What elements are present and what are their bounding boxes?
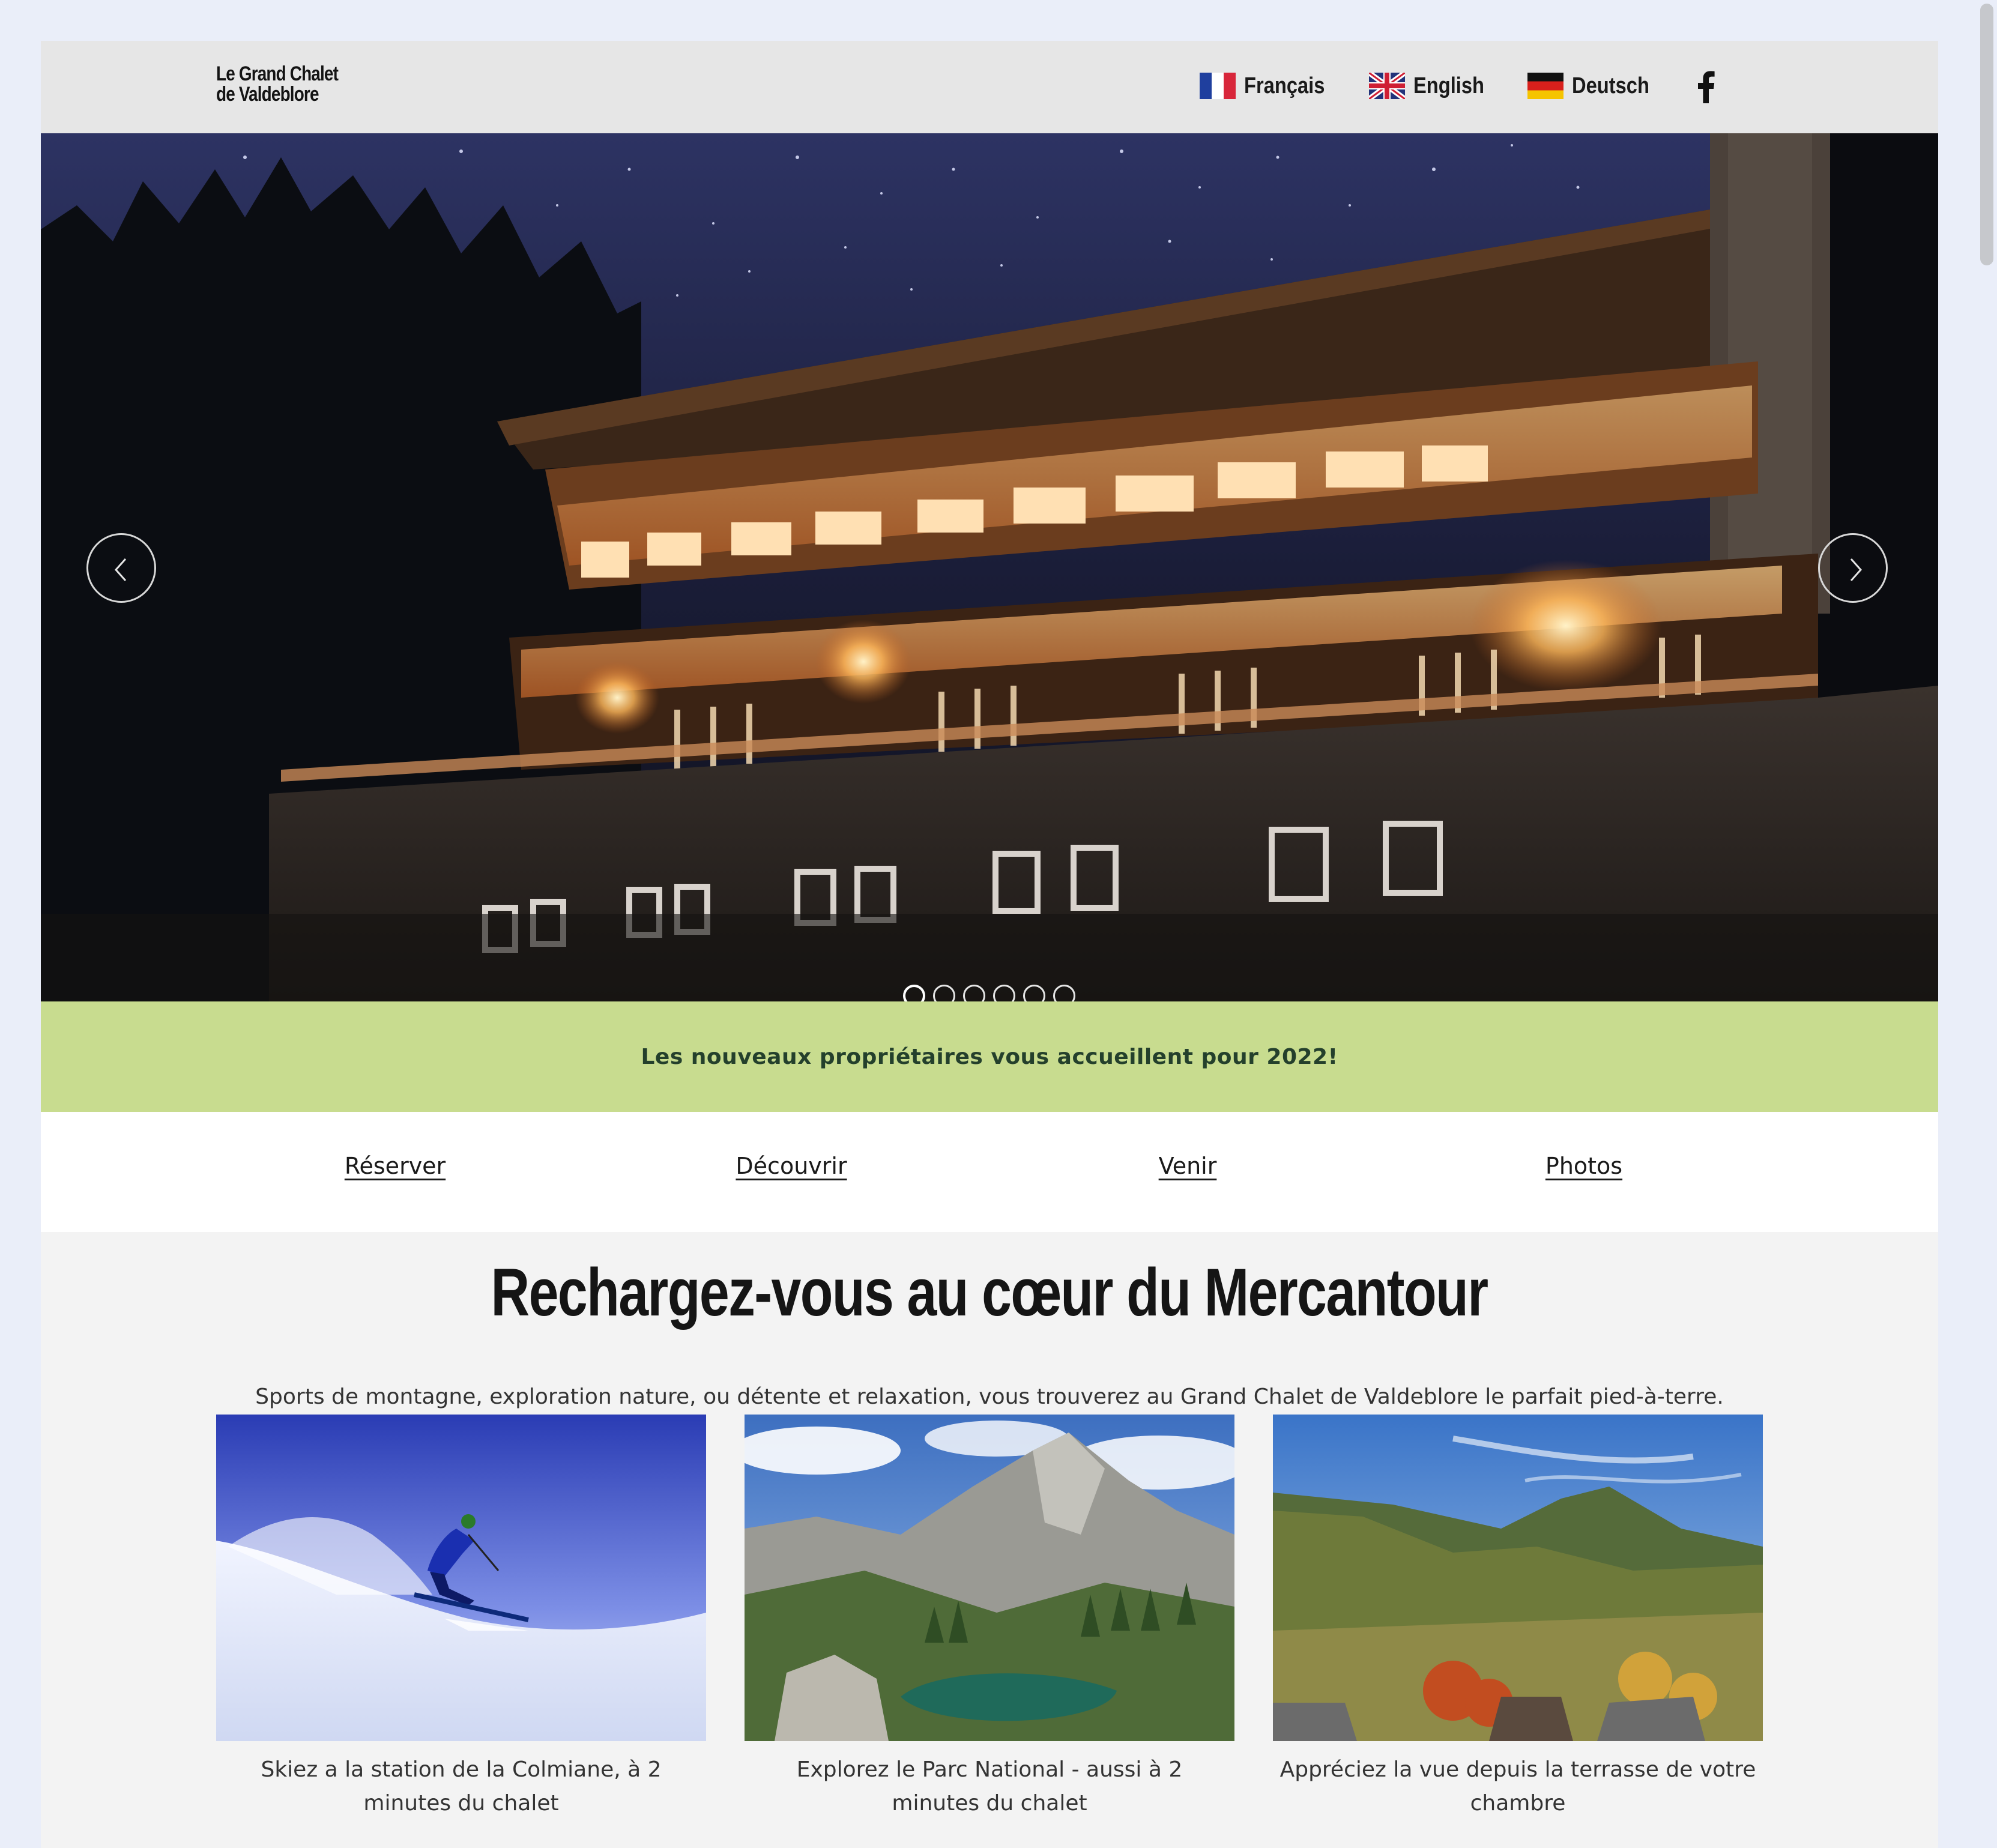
feature-card-ski: Skiez a la station de la Colmiane, à 2 m… — [216, 1415, 706, 1820]
main-navigation: Réserver Découvrir Venir Photos — [41, 1112, 1938, 1232]
chevron-left-icon — [114, 558, 127, 581]
language-francais[interactable]: Français — [1200, 71, 1338, 101]
flag-uk-icon — [1369, 73, 1405, 99]
page-title: Rechargez-vous au cœur du Mercantour — [41, 1254, 1938, 1331]
page-title-text: Rechargez-vous au cœur du Mercantour — [491, 1255, 1489, 1330]
page-scrollbar[interactable] — [1979, 0, 1997, 1841]
language-label: Deutsch — [1572, 73, 1649, 98]
slideshow-indicators — [903, 985, 1075, 1001]
site-header: Le Grand Chalet de Valdeblore Français E… — [41, 41, 1938, 133]
page-subtitle: Sports de montagne, exploration nature, … — [255, 1384, 1724, 1409]
language-label: Français — [1244, 73, 1325, 98]
feature-card-park: Explorez le Parc National - aussi à 2 mi… — [745, 1415, 1234, 1820]
flag-de-icon — [1527, 73, 1563, 99]
facebook-icon[interactable] — [1693, 70, 1717, 103]
slide-dot-1[interactable] — [903, 985, 925, 1001]
slide-dot-3[interactable] — [963, 985, 985, 1001]
hero-image — [41, 133, 1938, 1001]
terrace-view-image[interactable] — [1273, 1415, 1763, 1741]
language-english[interactable]: English — [1369, 71, 1496, 101]
card-caption: Explorez le Parc National - aussi à 2 mi… — [796, 1757, 1183, 1816]
slideshow-next-button[interactable] — [1818, 533, 1888, 603]
site-logo[interactable]: Le Grand Chalet de Valdeblore — [216, 62, 339, 106]
slide-dot-5[interactable] — [1023, 985, 1045, 1001]
logo-line-1: Le Grand Chalet — [216, 62, 339, 85]
feature-card-view: Appréciez la vue depuis la terrasse de v… — [1273, 1415, 1763, 1820]
national-park-image[interactable] — [745, 1415, 1234, 1741]
nav-item-decouvrir[interactable]: Découvrir — [736, 1153, 847, 1179]
announcement-banner: Les nouveaux propriétaires vous accueill… — [41, 1001, 1938, 1112]
logo-line-2: de Valdeblore — [216, 83, 319, 106]
slide-dot-4[interactable] — [993, 985, 1015, 1001]
ski-image[interactable] — [216, 1415, 706, 1741]
language-label: English — [1413, 73, 1485, 98]
card-caption: Appréciez la vue depuis la terrasse de v… — [1279, 1757, 1756, 1816]
card-caption: Skiez a la station de la Colmiane, à 2 m… — [261, 1757, 662, 1816]
slide-dot-6[interactable] — [1053, 985, 1075, 1001]
chevron-right-icon — [1850, 558, 1863, 581]
slideshow-prev-button[interactable] — [86, 533, 156, 603]
language-deutsch[interactable]: Deutsch — [1527, 71, 1662, 101]
announcement-text: Les nouveaux propriétaires vous accueill… — [641, 1044, 1338, 1069]
page: Le Grand Chalet de Valdeblore Français E… — [41, 41, 1938, 1848]
page-scrollbar-thumb[interactable] — [1980, 4, 1993, 265]
nav-item-reserver[interactable]: Réserver — [345, 1153, 446, 1179]
nav-item-photos[interactable]: Photos — [1545, 1153, 1622, 1179]
nav-item-venir[interactable]: Venir — [1159, 1153, 1217, 1179]
flag-fr-icon — [1200, 73, 1236, 99]
slide-dot-2[interactable] — [933, 985, 955, 1001]
hero-slideshow — [41, 133, 1938, 1001]
